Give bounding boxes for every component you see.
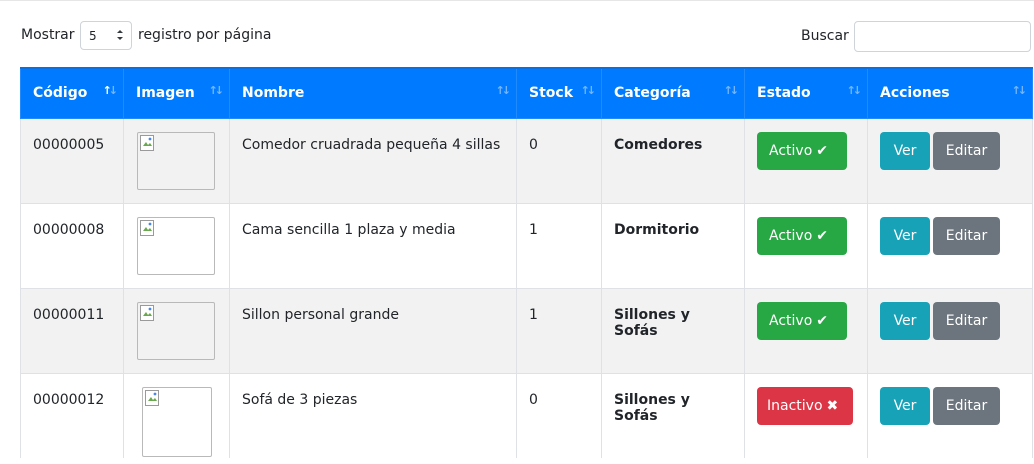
cell-estado: Activo ✔ (744, 117, 868, 203)
check-icon: ✔ (816, 227, 828, 244)
edit-button[interactable]: Editar (933, 131, 1000, 170)
cell-nombre: Sillon personal grande (229, 287, 517, 373)
table-row: 00000011 Sillon personal grande 1 Sillon… (20, 287, 1033, 373)
cell-codigo: 00000012 (20, 372, 124, 458)
edit-button[interactable]: Editar (933, 301, 1000, 340)
cell-imagen (123, 202, 230, 288)
page-length-value: 5 (89, 29, 97, 43)
sort-asc-icon: ↑↓ (102, 84, 119, 97)
sort-icon: ↑↓ (846, 84, 863, 97)
table-row: 00000005 Comedor cruadrada pequeña 4 sil… (20, 117, 1033, 203)
sort-icon: ↑↓ (723, 84, 740, 97)
view-button[interactable]: Ver (880, 301, 930, 340)
table-header-row: Código ↑↓ Imagen ↑↓ Nombre ↑↓ Stock ↑↓ Categ… (20, 67, 1033, 119)
sort-icon: ↑↓ (495, 84, 512, 97)
status-toggle-button[interactable]: Inactivo ✖ (757, 386, 853, 425)
product-image-broken (142, 386, 212, 457)
cell-categoria: Sillones y Sofás (601, 372, 745, 458)
cell-acciones: Ver Editar (867, 202, 1033, 288)
sort-icon: ↑↓ (580, 84, 597, 97)
table-controls: Mostrar 5 registro por página Buscar (0, 0, 1034, 66)
sort-icon: ↑↓ (1011, 84, 1028, 97)
cell-categoria: Dormitorio (601, 202, 745, 288)
search-input[interactable] (854, 21, 1031, 52)
product-image-broken (137, 301, 215, 360)
check-icon: ✔ (816, 142, 828, 159)
cell-estado: Activo ✔ (744, 202, 868, 288)
cell-categoria: Comedores (601, 117, 745, 203)
cell-imagen (123, 372, 230, 458)
cell-estado: Activo ✔ (744, 287, 868, 373)
cell-nombre: Comedor cruadrada pequeña 4 sillas (229, 117, 517, 203)
column-header-codigo[interactable]: Código ↑↓ (20, 67, 124, 119)
cell-estado: Inactivo ✖ (744, 372, 868, 458)
broken-image-icon (140, 219, 154, 236)
page-length-select[interactable]: 5 (80, 21, 132, 50)
status-toggle-button[interactable]: Activo ✔ (757, 216, 847, 255)
view-button[interactable]: Ver (880, 216, 930, 255)
cell-codigo: 00000008 (20, 202, 124, 288)
cell-acciones: Ver Editar (867, 117, 1033, 203)
cell-stock: 1 (516, 202, 602, 288)
select-caret-icon (117, 30, 123, 40)
cell-stock: 1 (516, 287, 602, 373)
edit-button[interactable]: Editar (933, 216, 1000, 255)
cell-codigo: 00000005 (20, 117, 124, 203)
broken-image-icon (140, 134, 154, 151)
sort-icon: ↑↓ (208, 84, 225, 97)
status-toggle-button[interactable]: Activo ✔ (757, 131, 847, 170)
page-length-label: Mostrar (21, 27, 75, 43)
status-toggle-button[interactable]: Activo ✔ (757, 301, 847, 340)
view-button[interactable]: Ver (880, 131, 930, 170)
cell-nombre: Sofá de 3 piezas (229, 372, 517, 458)
column-header-categoria[interactable]: Categoría ↑↓ (601, 67, 745, 119)
products-table: Código ↑↓ Imagen ↑↓ Nombre ↑↓ Stock ↑↓ Categ… (20, 67, 1033, 458)
cell-nombre: Cama sencilla 1 plaza y media (229, 202, 517, 288)
page-length-suffix: registro por página (138, 27, 272, 43)
cell-codigo: 00000011 (20, 287, 124, 373)
product-image-broken (137, 131, 215, 190)
column-header-nombre[interactable]: Nombre ↑↓ (229, 67, 517, 119)
table-row: 00000012 Sofá de 3 piezas 0 Sillones y S… (20, 372, 1033, 458)
column-header-estado[interactable]: Estado ↑↓ (744, 67, 868, 119)
cell-acciones: Ver Editar (867, 372, 1033, 458)
x-icon: ✖ (826, 397, 839, 414)
view-button[interactable]: Ver (880, 386, 930, 425)
broken-image-icon (140, 304, 154, 321)
edit-button[interactable]: Editar (933, 386, 1000, 425)
product-image-broken (137, 216, 215, 275)
cell-imagen (123, 287, 230, 373)
cell-categoria: Sillones y Sofás (601, 287, 745, 373)
cell-acciones: Ver Editar (867, 287, 1033, 373)
cell-stock: 0 (516, 117, 602, 203)
check-icon: ✔ (816, 312, 828, 329)
cell-imagen (123, 117, 230, 203)
broken-image-icon (145, 389, 159, 406)
table-row: 00000008 Cama sencilla 1 plaza y media 1… (20, 202, 1033, 288)
cell-stock: 0 (516, 372, 602, 458)
search-label: Buscar (801, 28, 849, 44)
column-header-stock[interactable]: Stock ↑↓ (516, 67, 602, 119)
column-header-imagen[interactable]: Imagen ↑↓ (123, 67, 230, 119)
column-header-acciones[interactable]: Acciones ↑↓ (867, 67, 1033, 119)
